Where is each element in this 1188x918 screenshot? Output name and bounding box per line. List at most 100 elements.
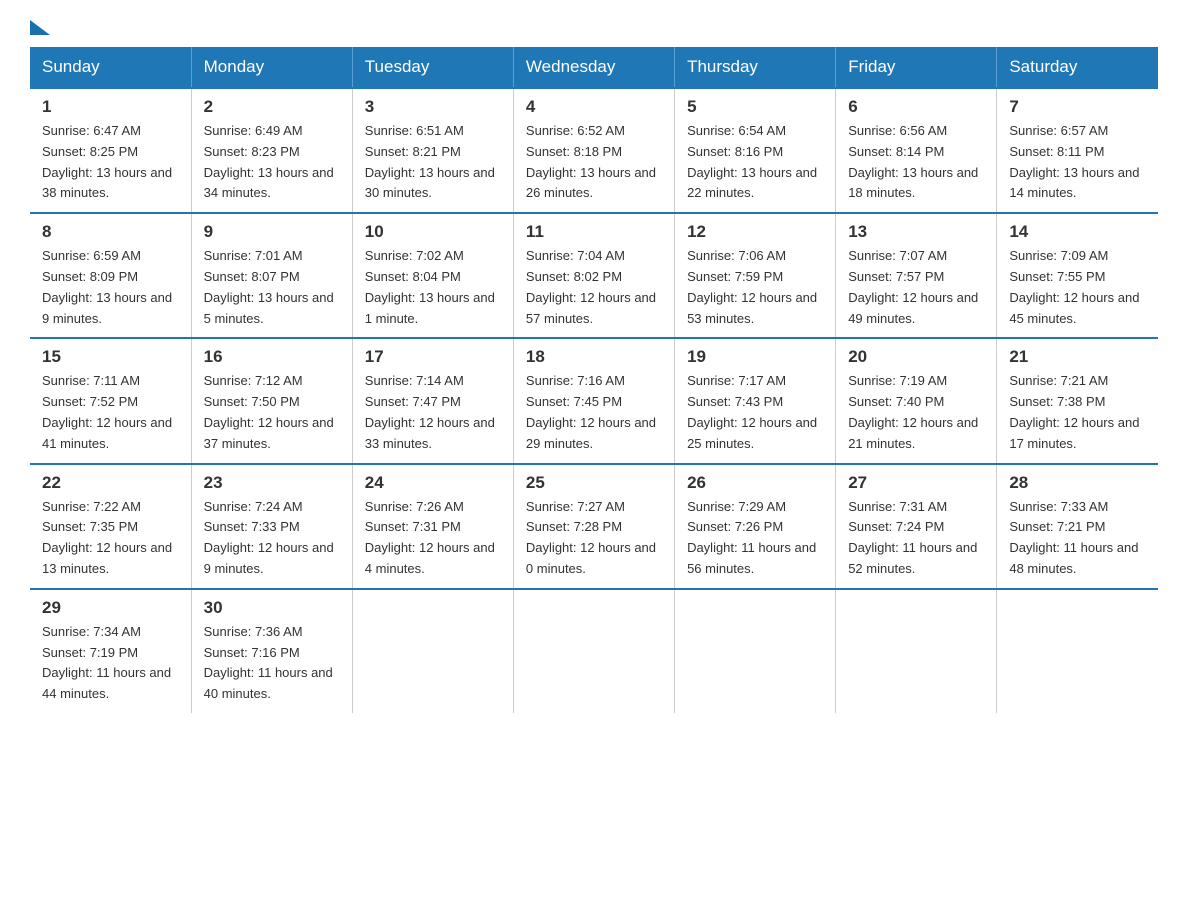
calendar-cell: 14Sunrise: 7:09 AMSunset: 7:55 PMDayligh… bbox=[997, 213, 1158, 338]
calendar-cell: 5 Sunrise: 6:54 AMSunset: 8:16 PMDaylight… bbox=[675, 88, 836, 213]
day-info: Sunrise: 7:02 AMSunset: 8:04 PMDaylight:… bbox=[365, 246, 501, 329]
logo bbox=[30, 20, 50, 37]
day-number: 30 bbox=[204, 598, 340, 618]
day-info: Sunrise: 7:12 AMSunset: 7:50 PMDaylight:… bbox=[204, 371, 340, 454]
page-header bbox=[30, 20, 1158, 37]
day-info: Sunrise: 7:07 AMSunset: 7:57 PMDaylight:… bbox=[848, 246, 984, 329]
calendar-cell bbox=[997, 589, 1158, 713]
day-number: 22 bbox=[42, 473, 179, 493]
day-number: 5 bbox=[687, 97, 823, 117]
day-number: 4 bbox=[526, 97, 662, 117]
day-number: 26 bbox=[687, 473, 823, 493]
calendar-cell: 13 Sunrise: 7:07 AMSunset: 7:57 PMDayligh… bbox=[836, 213, 997, 338]
day-number: 6 bbox=[848, 97, 984, 117]
day-info: Sunrise: 6:59 AMSunset: 8:09 PMDaylight:… bbox=[42, 246, 179, 329]
calendar-cell: 15Sunrise: 7:11 AMSunset: 7:52 PMDayligh… bbox=[30, 338, 191, 463]
day-number: 17 bbox=[365, 347, 501, 367]
calendar-cell: 27 Sunrise: 7:31 AMSunset: 7:24 PMDayligh… bbox=[836, 464, 997, 589]
day-number: 7 bbox=[1009, 97, 1146, 117]
day-info: Sunrise: 7:11 AMSunset: 7:52 PMDaylight:… bbox=[42, 371, 179, 454]
calendar-cell: 7 Sunrise: 6:57 AMSunset: 8:11 PMDaylight… bbox=[997, 88, 1158, 213]
day-info: Sunrise: 6:54 AMSunset: 8:16 PMDaylight:… bbox=[687, 121, 823, 204]
calendar-cell: 1 Sunrise: 6:47 AMSunset: 8:25 PMDaylight… bbox=[30, 88, 191, 213]
day-info: Sunrise: 7:04 AMSunset: 8:02 PMDaylight:… bbox=[526, 246, 662, 329]
calendar-cell: 23 Sunrise: 7:24 AMSunset: 7:33 PMDayligh… bbox=[191, 464, 352, 589]
day-info: Sunrise: 7:21 AMSunset: 7:38 PMDaylight:… bbox=[1009, 371, 1146, 454]
day-number: 29 bbox=[42, 598, 179, 618]
day-number: 19 bbox=[687, 347, 823, 367]
column-header-tuesday: Tuesday bbox=[352, 47, 513, 88]
day-info: Sunrise: 7:36 AMSunset: 7:16 PMDaylight:… bbox=[204, 622, 340, 705]
day-number: 24 bbox=[365, 473, 501, 493]
calendar-cell: 26 Sunrise: 7:29 AMSunset: 7:26 PMDayligh… bbox=[675, 464, 836, 589]
day-info: Sunrise: 7:14 AMSunset: 7:47 PMDaylight:… bbox=[365, 371, 501, 454]
day-info: Sunrise: 6:47 AMSunset: 8:25 PMDaylight:… bbox=[42, 121, 179, 204]
day-info: Sunrise: 7:17 AMSunset: 7:43 PMDaylight:… bbox=[687, 371, 823, 454]
calendar-cell: 22 Sunrise: 7:22 AMSunset: 7:35 PMDayligh… bbox=[30, 464, 191, 589]
day-info: Sunrise: 7:31 AMSunset: 7:24 PMDaylight:… bbox=[848, 497, 984, 580]
day-info: Sunrise: 7:22 AMSunset: 7:35 PMDaylight:… bbox=[42, 497, 179, 580]
calendar-week-row: 29 Sunrise: 7:34 AMSunset: 7:19 PMDayligh… bbox=[30, 589, 1158, 713]
calendar-cell: 21 Sunrise: 7:21 AMSunset: 7:38 PMDayligh… bbox=[997, 338, 1158, 463]
day-number: 16 bbox=[204, 347, 340, 367]
day-info: Sunrise: 7:01 AMSunset: 8:07 PMDaylight:… bbox=[204, 246, 340, 329]
column-header-monday: Monday bbox=[191, 47, 352, 88]
day-info: Sunrise: 6:57 AMSunset: 8:11 PMDaylight:… bbox=[1009, 121, 1146, 204]
calendar-cell: 19 Sunrise: 7:17 AMSunset: 7:43 PMDayligh… bbox=[675, 338, 836, 463]
calendar-cell: 24 Sunrise: 7:26 AMSunset: 7:31 PMDayligh… bbox=[352, 464, 513, 589]
day-info: Sunrise: 6:56 AMSunset: 8:14 PMDaylight:… bbox=[848, 121, 984, 204]
day-number: 14 bbox=[1009, 222, 1146, 242]
day-info: Sunrise: 7:34 AMSunset: 7:19 PMDaylight:… bbox=[42, 622, 179, 705]
calendar-week-row: 22 Sunrise: 7:22 AMSunset: 7:35 PMDayligh… bbox=[30, 464, 1158, 589]
column-header-friday: Friday bbox=[836, 47, 997, 88]
calendar-cell: 2 Sunrise: 6:49 AMSunset: 8:23 PMDaylight… bbox=[191, 88, 352, 213]
day-number: 1 bbox=[42, 97, 179, 117]
day-number: 8 bbox=[42, 222, 179, 242]
calendar-week-row: 1 Sunrise: 6:47 AMSunset: 8:25 PMDaylight… bbox=[30, 88, 1158, 213]
day-info: Sunrise: 7:24 AMSunset: 7:33 PMDaylight:… bbox=[204, 497, 340, 580]
calendar-cell bbox=[836, 589, 997, 713]
day-number: 28 bbox=[1009, 473, 1146, 493]
day-number: 23 bbox=[204, 473, 340, 493]
day-number: 18 bbox=[526, 347, 662, 367]
calendar-cell: 4 Sunrise: 6:52 AMSunset: 8:18 PMDaylight… bbox=[513, 88, 674, 213]
day-number: 3 bbox=[365, 97, 501, 117]
calendar-cell: 12Sunrise: 7:06 AMSunset: 7:59 PMDayligh… bbox=[675, 213, 836, 338]
calendar-cell: 9Sunrise: 7:01 AMSunset: 8:07 PMDaylight… bbox=[191, 213, 352, 338]
day-info: Sunrise: 7:29 AMSunset: 7:26 PMDaylight:… bbox=[687, 497, 823, 580]
calendar-week-row: 8 Sunrise: 6:59 AMSunset: 8:09 PMDaylight… bbox=[30, 213, 1158, 338]
day-number: 13 bbox=[848, 222, 984, 242]
column-header-sunday: Sunday bbox=[30, 47, 191, 88]
day-info: Sunrise: 6:52 AMSunset: 8:18 PMDaylight:… bbox=[526, 121, 662, 204]
day-info: Sunrise: 6:49 AMSunset: 8:23 PMDaylight:… bbox=[204, 121, 340, 204]
column-header-wednesday: Wednesday bbox=[513, 47, 674, 88]
day-number: 27 bbox=[848, 473, 984, 493]
column-header-saturday: Saturday bbox=[997, 47, 1158, 88]
day-number: 2 bbox=[204, 97, 340, 117]
day-number: 20 bbox=[848, 347, 984, 367]
calendar-cell: 18 Sunrise: 7:16 AMSunset: 7:45 PMDayligh… bbox=[513, 338, 674, 463]
day-info: Sunrise: 7:27 AMSunset: 7:28 PMDaylight:… bbox=[526, 497, 662, 580]
calendar-cell bbox=[675, 589, 836, 713]
column-header-thursday: Thursday bbox=[675, 47, 836, 88]
calendar-table: SundayMondayTuesdayWednesdayThursdayFrid… bbox=[30, 47, 1158, 713]
day-number: 10 bbox=[365, 222, 501, 242]
calendar-cell: 29 Sunrise: 7:34 AMSunset: 7:19 PMDayligh… bbox=[30, 589, 191, 713]
calendar-cell: 11Sunrise: 7:04 AMSunset: 8:02 PMDayligh… bbox=[513, 213, 674, 338]
calendar-cell: 30 Sunrise: 7:36 AMSunset: 7:16 PMDayligh… bbox=[191, 589, 352, 713]
calendar-cell: 25Sunrise: 7:27 AMSunset: 7:28 PMDayligh… bbox=[513, 464, 674, 589]
day-info: Sunrise: 7:26 AMSunset: 7:31 PMDaylight:… bbox=[365, 497, 501, 580]
day-info: Sunrise: 6:51 AMSunset: 8:21 PMDaylight:… bbox=[365, 121, 501, 204]
day-info: Sunrise: 7:33 AMSunset: 7:21 PMDaylight:… bbox=[1009, 497, 1146, 580]
calendar-cell: 20Sunrise: 7:19 AMSunset: 7:40 PMDayligh… bbox=[836, 338, 997, 463]
calendar-cell: 6 Sunrise: 6:56 AMSunset: 8:14 PMDaylight… bbox=[836, 88, 997, 213]
calendar-cell: 28 Sunrise: 7:33 AMSunset: 7:21 PMDayligh… bbox=[997, 464, 1158, 589]
logo-arrow-icon bbox=[30, 20, 50, 35]
calendar-cell bbox=[352, 589, 513, 713]
calendar-cell: 8 Sunrise: 6:59 AMSunset: 8:09 PMDaylight… bbox=[30, 213, 191, 338]
day-number: 21 bbox=[1009, 347, 1146, 367]
day-info: Sunrise: 7:06 AMSunset: 7:59 PMDaylight:… bbox=[687, 246, 823, 329]
calendar-cell: 17 Sunrise: 7:14 AMSunset: 7:47 PMDayligh… bbox=[352, 338, 513, 463]
day-info: Sunrise: 7:16 AMSunset: 7:45 PMDaylight:… bbox=[526, 371, 662, 454]
calendar-cell: 10 Sunrise: 7:02 AMSunset: 8:04 PMDayligh… bbox=[352, 213, 513, 338]
